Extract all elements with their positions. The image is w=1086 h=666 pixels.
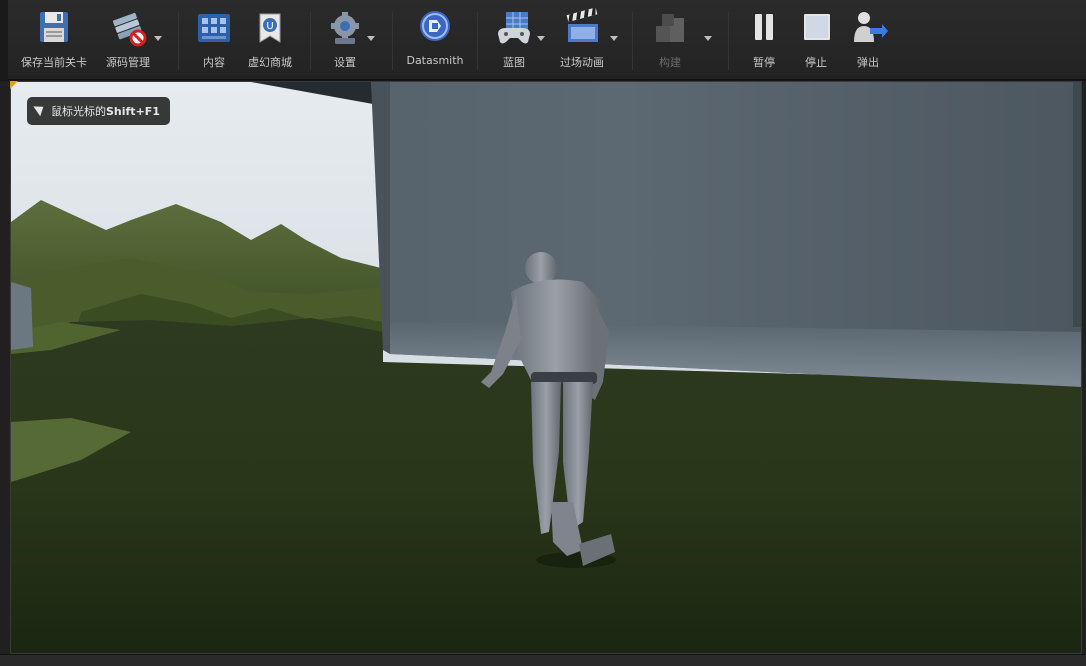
toolbar-separator	[178, 12, 179, 70]
content-label: 内容	[203, 56, 225, 69]
datasmith-icon	[415, 8, 455, 48]
viewport-right-border	[1082, 81, 1086, 654]
viewport-left-border	[0, 81, 10, 654]
toolbar-edge	[0, 0, 8, 80]
source-control-button[interactable]: 源码管理	[100, 8, 156, 74]
blueprint-gamepad-icon	[494, 8, 534, 48]
toolbar-separator	[728, 12, 729, 70]
cinematics-button[interactable]: 过场动画	[556, 7, 608, 74]
hint-prefix: 鼠标光标的	[51, 105, 106, 118]
stop-label: 停止	[805, 56, 827, 69]
blueprint-label: 蓝图	[503, 56, 525, 69]
build-label: 构建	[659, 56, 681, 69]
stop-icon	[796, 8, 836, 48]
datasmith-label: Datasmith	[406, 54, 464, 67]
source-control-icon	[108, 8, 148, 48]
build-blocks-icon	[650, 8, 690, 48]
game-scene	[11, 82, 1081, 653]
toolbar-separator	[392, 12, 393, 70]
settings-dropdown-arrow[interactable]	[367, 36, 375, 41]
settings-button[interactable]: 设置	[322, 8, 368, 74]
eject-user-icon	[848, 8, 888, 48]
toolbar-separator	[477, 12, 478, 70]
blueprint-dropdown-arrow[interactable]	[537, 36, 545, 41]
marketplace-label: 虚幻商城	[248, 56, 292, 69]
pause-label: 暂停	[753, 56, 775, 69]
content-browser-icon	[194, 8, 234, 48]
blueprint-button[interactable]: 蓝图	[492, 8, 536, 74]
save-level-button[interactable]: 保存当前关卡	[14, 8, 94, 74]
source-control-dropdown-arrow[interactable]	[154, 36, 162, 41]
settings-label: 设置	[334, 56, 356, 69]
save-level-label: 保存当前关卡	[21, 56, 87, 69]
pause-icon	[744, 8, 784, 48]
hint-keys: Shift+F1	[106, 105, 160, 118]
content-button[interactable]: 内容	[192, 8, 236, 74]
clapperboard-icon	[562, 7, 602, 48]
cinematics-label: 过场动画	[560, 56, 604, 69]
marketplace-button[interactable]: U 虚幻商城	[244, 8, 296, 74]
cursor-arrow-icon	[33, 101, 47, 117]
pause-button[interactable]: 暂停	[742, 8, 786, 74]
eject-button[interactable]: 弹出	[846, 8, 890, 74]
floppy-save-icon	[34, 8, 74, 48]
settings-gear-icon	[325, 8, 365, 48]
bottom-status-bar	[0, 654, 1086, 666]
build-dropdown-arrow[interactable]	[704, 36, 712, 41]
marketplace-icon: U	[250, 8, 290, 48]
main-toolbar: 保存当前关卡 源码管理 内容 U 虚幻商城 设置 Datasmith 蓝图 过场…	[0, 0, 1086, 80]
hint-text: 鼠标光标的Shift+F1	[51, 103, 160, 119]
eject-label: 弹出	[857, 56, 879, 69]
svg-text:U: U	[266, 21, 273, 32]
toolbar-separator	[310, 12, 311, 70]
level-viewport[interactable]	[10, 81, 1082, 654]
cinematics-dropdown-arrow[interactable]	[610, 36, 618, 41]
toolbar-separator	[632, 12, 633, 70]
source-control-label: 源码管理	[106, 56, 150, 69]
viewport-active-corner	[10, 81, 18, 89]
cursor-hint-tooltip: 鼠标光标的Shift+F1	[27, 97, 170, 125]
build-button[interactable]: 构建	[648, 8, 692, 74]
datasmith-button[interactable]: Datasmith	[404, 8, 466, 74]
stop-button[interactable]: 停止	[794, 8, 838, 74]
